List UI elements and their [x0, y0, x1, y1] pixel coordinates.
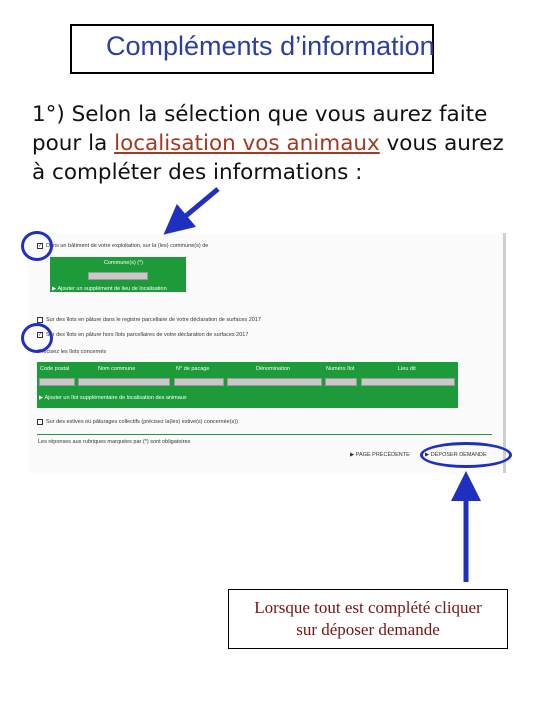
- callout-line-2: sur déposer demande: [296, 620, 440, 639]
- arrow-to-checkbox: [163, 187, 220, 235]
- callout-box: Lorsque tout est complété cliquer sur dé…: [228, 589, 508, 649]
- callout-line-1: Lorsque tout est complété cliquer: [254, 598, 482, 617]
